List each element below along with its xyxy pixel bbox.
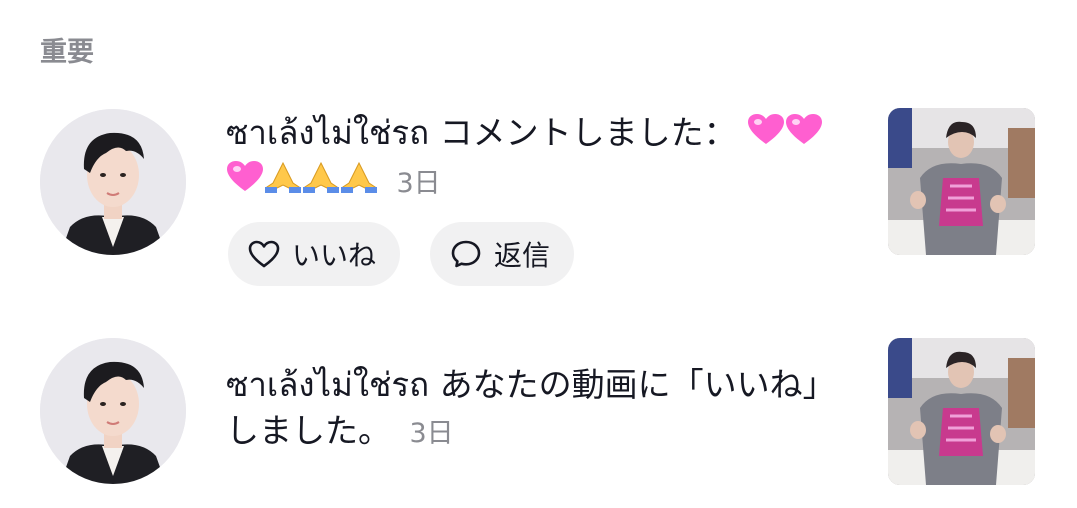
pink-heart-emoji — [227, 159, 263, 205]
notification-text[interactable]: ซาเล้งไม่ใช่รถ コメントしました： 3日 — [226, 110, 856, 207]
like-button-label: いいね — [292, 239, 377, 272]
timestamp: 3日 — [396, 167, 441, 199]
avatar[interactable] — [40, 109, 186, 255]
video-thumbnail[interactable] — [888, 338, 1035, 485]
folded-hands-emoji — [303, 159, 339, 205]
folded-hands-emoji — [265, 159, 301, 205]
folded-hands-emoji — [341, 159, 377, 205]
video-thumbnail[interactable] — [888, 108, 1035, 255]
username[interactable]: ซาเล้งไม่ใช่รถ — [226, 365, 429, 404]
reply-button[interactable]: 返信 — [430, 222, 575, 286]
like-button[interactable]: いいね — [228, 222, 401, 286]
pink-heart-emoji — [748, 112, 785, 158]
username[interactable]: ซาเล้งไม่ใช่รถ — [226, 113, 429, 152]
avatar[interactable] — [40, 338, 186, 484]
pink-heart-emoji — [786, 112, 823, 158]
speech-bubble-icon — [451, 240, 481, 268]
timestamp: 3日 — [409, 418, 454, 449]
section-title: 重要 — [40, 37, 94, 68]
reply-button-label: 返信 — [494, 239, 551, 272]
notification-text[interactable]: ซาเล้งไม่ใช่รถ あなたの動画に「いいね」しました。 3日 — [226, 362, 856, 457]
action-text: コメントしました： — [439, 113, 737, 152]
heart-outline-icon — [248, 240, 280, 268]
